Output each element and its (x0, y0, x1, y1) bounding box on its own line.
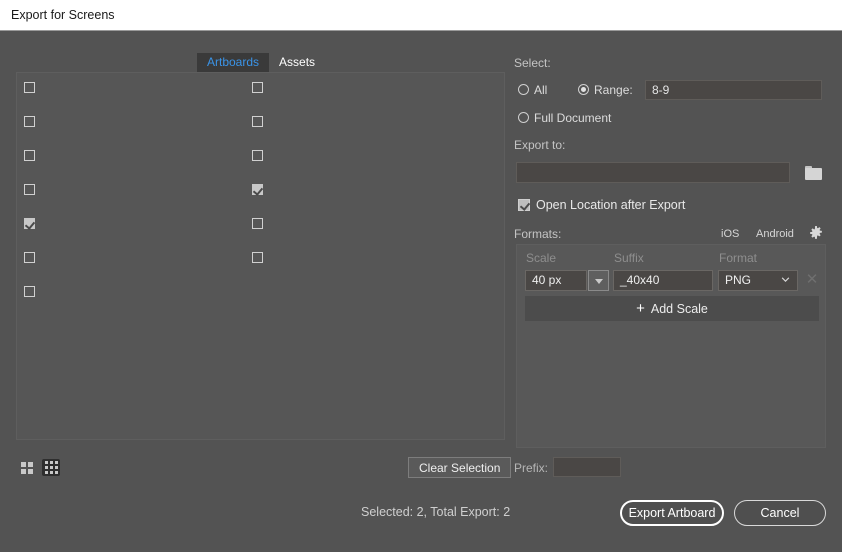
window-titlebar: Export for Screens (0, 0, 842, 31)
artboard-checkbox[interactable] (252, 150, 263, 161)
radio-range-indicator[interactable] (578, 84, 589, 95)
detail-view-icon[interactable] (42, 459, 60, 476)
tab-bar: Artboards Assets (197, 53, 325, 72)
export-path-input[interactable] (516, 162, 790, 183)
format-select[interactable]: PNG (718, 270, 798, 291)
radio-full-document-indicator[interactable] (518, 112, 529, 123)
artboard-checkbox[interactable] (252, 218, 263, 229)
grid-view-glyph (21, 461, 33, 474)
clear-selection-button[interactable]: Clear Selection (408, 457, 512, 478)
add-scale-button[interactable]: + Add Scale (525, 296, 819, 321)
open-location-after-export-row[interactable]: Open Location after Export (518, 198, 685, 212)
chevron-down-icon (781, 277, 790, 282)
artboard-checkbox[interactable] (24, 252, 35, 263)
export-to-heading: Export to: (514, 138, 566, 152)
add-scale-label: Add Scale (650, 301, 708, 316)
artboard-checkbox[interactable] (24, 82, 35, 93)
artboard-list-panel[interactable] (16, 72, 505, 440)
radio-all-indicator[interactable] (518, 84, 529, 95)
detail-view-glyph (44, 461, 58, 474)
grid-view-icon[interactable] (18, 459, 36, 476)
formats-heading: Formats: (514, 227, 562, 241)
folder-icon[interactable] (805, 166, 822, 180)
close-icon[interactable]: ✕ (805, 272, 819, 287)
format-select-value: PNG (725, 273, 752, 287)
preset-ios-link[interactable]: iOS (721, 228, 739, 240)
open-location-label: Open Location after Export (536, 198, 686, 212)
scale-input[interactable]: 40 px (525, 270, 587, 291)
radio-all-label: All (534, 83, 548, 97)
radio-all[interactable]: All (518, 83, 547, 97)
artboard-checkbox[interactable] (252, 116, 263, 127)
suffix-input[interactable]: _40x40 (613, 270, 713, 291)
column-header-scale: Scale (526, 251, 557, 265)
tab-artboards[interactable]: Artboards (197, 53, 270, 72)
range-input[interactable]: 8-9 (645, 80, 822, 100)
artboard-checkbox[interactable] (24, 150, 35, 161)
artboard-checkbox[interactable] (24, 286, 35, 297)
select-heading: Select: (514, 56, 551, 70)
artboard-checkbox[interactable] (24, 184, 35, 195)
artboard-checkbox[interactable] (24, 116, 35, 127)
preset-android-link[interactable]: Android (756, 228, 794, 240)
export-artboard-button[interactable]: Export Artboard (620, 500, 724, 526)
formats-panel: Scale Suffix Format 40 px _40x40 PNG ✕ +… (516, 244, 826, 448)
cancel-button[interactable]: Cancel (734, 500, 826, 526)
scale-dropdown-button[interactable] (588, 270, 609, 291)
artboard-checkbox[interactable] (24, 218, 35, 229)
prefix-label: Prefix: (514, 461, 549, 475)
radio-full-document-label: Full Document (534, 111, 612, 125)
artboard-checkbox[interactable] (252, 252, 263, 263)
column-header-format: Format (719, 251, 758, 265)
gear-icon[interactable] (809, 226, 823, 240)
plus-icon: + (636, 299, 645, 317)
window-title: Export for Screens (11, 8, 115, 22)
radio-range-label: Range: (594, 83, 633, 97)
tab-assets[interactable]: Assets (269, 53, 325, 72)
artboard-checkbox[interactable] (252, 82, 263, 93)
radio-full-document[interactable]: Full Document (518, 111, 611, 125)
open-location-checkbox[interactable] (518, 199, 530, 211)
prefix-input[interactable] (553, 457, 621, 477)
radio-range[interactable]: Range: (578, 83, 633, 97)
view-toggle-group (18, 459, 60, 476)
gear-icon-glyph (810, 226, 822, 239)
status-text: Selected: 2, Total Export: 2 (361, 505, 511, 519)
column-header-suffix: Suffix (614, 251, 644, 265)
folder-icon-body (805, 168, 822, 180)
artboard-checkbox[interactable] (252, 184, 263, 195)
